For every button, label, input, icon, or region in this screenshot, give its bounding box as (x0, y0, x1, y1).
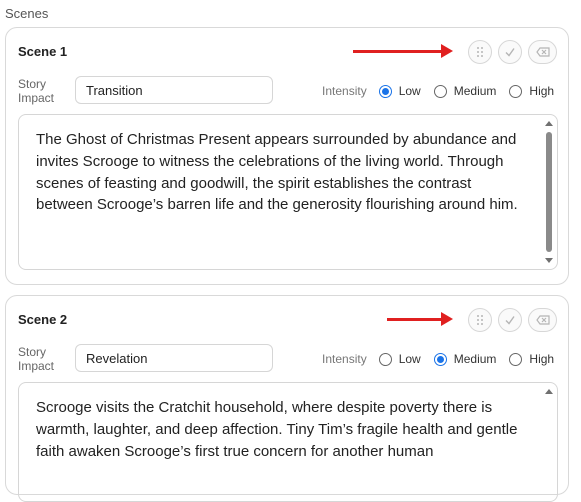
scene-description-textarea[interactable]: Scrooge visits the Cratchit household, w… (18, 382, 558, 502)
intensity-option-label: High (529, 352, 555, 366)
drag-handle-button[interactable] (468, 308, 492, 332)
clear-button[interactable] (528, 308, 557, 332)
drag-handle-icon (477, 315, 483, 325)
intensity-option-label: High (529, 84, 555, 98)
check-icon (505, 316, 515, 325)
intensity-label: Intensity (322, 352, 367, 366)
story-impact-label: Story Impact (18, 77, 55, 105)
clear-button[interactable] (528, 40, 557, 64)
story-impact-input[interactable] (75, 76, 273, 104)
scene-toolbar (468, 40, 557, 64)
scene-title: Scene 2 (18, 312, 68, 327)
radio-medium[interactable] (433, 352, 447, 366)
eraser-icon (535, 47, 550, 57)
intensity-option-low[interactable]: Low (378, 352, 421, 366)
scroll-up-icon[interactable] (545, 389, 553, 394)
drag-handle-button[interactable] (468, 40, 492, 64)
intensity-group: Intensity Low Medium High (322, 84, 554, 98)
intensity-option-label: Low (398, 84, 421, 98)
intensity-option-high[interactable]: High (509, 352, 554, 366)
scroll-thumb[interactable] (546, 132, 552, 252)
scene-description-textarea[interactable]: The Ghost of Christmas Present appears s… (18, 114, 558, 270)
scroll-up-icon[interactable] (545, 121, 553, 126)
intensity-option-medium[interactable]: Medium (433, 84, 497, 98)
scene-description-text: Scrooge visits the Cratchit household, w… (36, 399, 518, 460)
scrollbar[interactable] (544, 387, 554, 497)
drag-handle-icon (477, 47, 483, 57)
radio-low[interactable] (378, 352, 392, 366)
eraser-icon (535, 315, 550, 325)
intensity-option-label: Medium (453, 84, 497, 98)
annotation-arrow (353, 44, 453, 58)
annotation-arrow (387, 312, 453, 326)
intensity-label: Intensity (322, 84, 367, 98)
scene-title: Scene 1 (18, 44, 68, 59)
radio-low[interactable] (378, 84, 392, 98)
scene-card: Scene 1 Story Impact Intensity Low (5, 27, 569, 285)
intensity-option-high[interactable]: High (509, 84, 554, 98)
scene-card: Scene 2 Story Impact Intensity Low (5, 295, 569, 502)
radio-high[interactable] (509, 352, 523, 366)
check-icon (505, 48, 515, 57)
scene-toolbar (468, 308, 557, 332)
scene-description-text: The Ghost of Christmas Present appears s… (36, 131, 518, 214)
confirm-button[interactable] (498, 308, 522, 332)
section-title: Scenes (5, 6, 49, 21)
radio-medium[interactable] (433, 84, 447, 98)
intensity-option-label: Medium (453, 352, 497, 366)
confirm-button[interactable] (498, 40, 522, 64)
scrollbar[interactable] (544, 119, 554, 265)
intensity-option-medium[interactable]: Medium (433, 352, 497, 366)
story-impact-input[interactable] (75, 344, 273, 372)
story-impact-label: Story Impact (18, 345, 55, 373)
intensity-option-low[interactable]: Low (378, 84, 421, 98)
intensity-option-label: Low (398, 352, 421, 366)
scroll-down-icon[interactable] (545, 258, 553, 263)
intensity-group: Intensity Low Medium High (322, 352, 554, 366)
radio-high[interactable] (509, 84, 523, 98)
